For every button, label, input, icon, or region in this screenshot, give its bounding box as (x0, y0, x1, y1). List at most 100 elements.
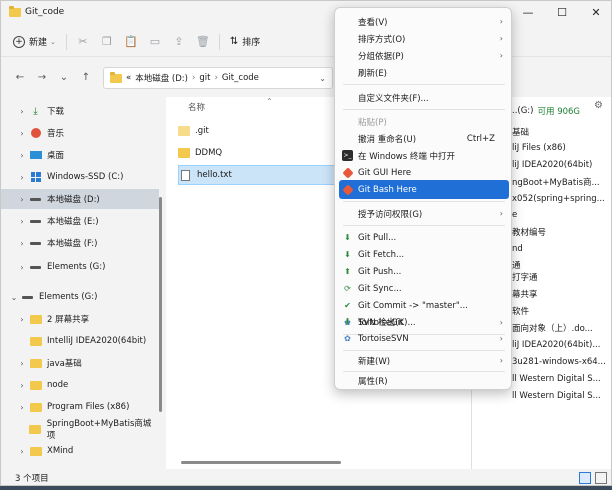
nav-item-label: Windows-SSD (C:) (47, 172, 124, 182)
nav-item-label: SpringBoot+MyBatis商城项 (46, 419, 152, 441)
plus-circle-icon: + (13, 35, 25, 48)
menu-item-tortoisesvn[interactable]: ✿ TortoiseSVN › (339, 329, 509, 348)
nav-item-folder[interactable]: › Program Files (x86) (1, 397, 159, 417)
menu-separator (343, 109, 505, 110)
git-bash-icon (342, 183, 354, 196)
copy-icon[interactable]: ❐ (95, 31, 119, 53)
breadcrumb-overflow[interactable]: « (126, 73, 131, 83)
nav-item-drive-g[interactable]: › Elements (G:) (1, 257, 159, 277)
menu-item-customize-folder[interactable]: 自定义文件夹(F)... (339, 88, 509, 107)
menu-item-new[interactable]: 新建(W) › (339, 351, 509, 370)
nav-item-folder[interactable]: › java基础 (1, 353, 159, 373)
sort-button[interactable]: ⇅ 排序 (224, 31, 266, 53)
menu-separator (343, 201, 505, 202)
menu-item-properties[interactable]: 属性(R) (339, 371, 509, 390)
menu-item-git-bash[interactable]: Git Bash Here (339, 180, 509, 199)
git-gui-icon (342, 166, 354, 179)
navigation-pane: › ⤓ 下载 › 音乐 › 桌面 › Windows-SSD (C:) › 本地… (1, 97, 162, 469)
nav-item-folder[interactable]: › node (1, 375, 159, 395)
window-title: Git_code (25, 7, 65, 17)
nav-item-drive-c[interactable]: › Windows-SSD (C:) (1, 167, 159, 187)
large-icons-view-icon[interactable] (595, 472, 607, 484)
drive-icon (29, 262, 42, 272)
maximize-button[interactable]: ☐ (545, 1, 579, 23)
menu-item-label: 自定义文件夹(F)... (358, 93, 429, 104)
chevron-right-icon[interactable]: › (15, 263, 29, 272)
folder-icon (29, 380, 42, 390)
menu-item-label: TortoiseSVN (358, 333, 409, 344)
menu-item-refresh[interactable]: 刷新(E) (339, 63, 509, 82)
cut-icon[interactable]: ✂ (71, 31, 95, 53)
file-name: DDMQ (195, 148, 223, 158)
chevron-right-icon[interactable]: › (15, 447, 29, 456)
breadcrumb-git[interactable]: git (199, 73, 210, 83)
forward-button[interactable]: → (31, 66, 53, 88)
chevron-down-icon[interactable]: ⌄ (7, 293, 21, 302)
chevron-right-icon[interactable]: › (15, 129, 29, 138)
sort-ascending-icon: ⌃ (266, 97, 273, 106)
chevron-right-icon[interactable]: › (15, 359, 29, 368)
nav-item-folder[interactable]: SpringBoot+MyBatis商城项 (1, 419, 159, 441)
nav-item-label: 本地磁盘 (E:) (47, 217, 99, 227)
close-button[interactable]: ✕ (579, 1, 611, 23)
nav-item-label: IntelliJ IDEA2020(64bit) (47, 336, 147, 346)
nav-item-drive-e[interactable]: › 本地磁盘 (E:) (1, 211, 159, 231)
terminal-icon: >_ (342, 150, 353, 161)
menu-item-label: 粘贴(P) (358, 117, 387, 128)
folder-icon (29, 424, 42, 434)
git-sync-icon: ⟳ (344, 284, 351, 293)
gear-icon[interactable]: ⚙ (594, 100, 603, 111)
chevron-right-icon[interactable]: › (15, 315, 29, 324)
new-button[interactable]: + 新建 ⌄ (7, 31, 62, 53)
menu-item-label: Git Bash Here (358, 184, 417, 195)
chevron-right-icon[interactable]: › (15, 173, 29, 182)
chevron-right-icon[interactable]: › (15, 403, 29, 412)
chevron-right-icon[interactable]: › (15, 151, 29, 160)
chevron-right-icon[interactable]: › (15, 381, 29, 390)
up-button[interactable]: ↑ (75, 66, 97, 88)
paste-icon[interactable]: 📋 (119, 31, 143, 53)
minimize-button[interactable]: — (511, 1, 545, 23)
delete-icon[interactable]: 🗑 (191, 31, 215, 53)
details-view-icon[interactable] (579, 472, 591, 484)
nav-item-drive-d[interactable]: › 本地磁盘 (D:) (1, 189, 159, 209)
menu-item-label: 授予访问权限(G) (358, 209, 423, 220)
rename-icon[interactable]: ▭ (143, 31, 167, 53)
nav-item-music[interactable]: › 音乐 (1, 123, 159, 143)
horizontal-scrollbar[interactable] (181, 461, 341, 464)
column-header-name[interactable]: 名称 (188, 101, 205, 113)
nav-item-folder[interactable]: › XMind (1, 441, 159, 461)
breadcrumb-git-code[interactable]: Git_code (222, 73, 259, 83)
command-bar: + 新建 ⌄ ✂ ❐ 📋 ▭ ⇪ 🗑 ⇅ 排序 (1, 27, 611, 57)
status-bar: 3 个项目 (1, 469, 611, 485)
back-button[interactable]: ← (9, 66, 31, 88)
chevron-right-icon[interactable]: › (15, 239, 29, 248)
nav-item-drive-f[interactable]: › 本地磁盘 (F:) (1, 233, 159, 253)
address-dropdown-icon[interactable]: ⌄ (319, 74, 326, 83)
nav-item-label: 下载 (47, 107, 65, 117)
address-bar[interactable]: « 本地磁盘 (D:) › git › Git_code ⌄ (103, 67, 333, 89)
nav-item-folder[interactable]: › 2 屏幕共享 (1, 309, 159, 329)
folder-icon (29, 446, 42, 456)
menu-item-label: 属性(R) (358, 376, 388, 387)
recent-locations-button[interactable]: ⌄ (53, 66, 75, 88)
breadcrumb-drive[interactable]: 本地磁盘 (D:) (135, 72, 188, 84)
chevron-right-icon[interactable]: › (15, 107, 29, 116)
menu-item-label: 撤消 重命名(U) (358, 134, 417, 145)
share-icon[interactable]: ⇪ (167, 31, 191, 53)
nav-scrollbar[interactable] (159, 197, 162, 412)
folder-icon (178, 126, 190, 136)
nav-item-folder[interactable]: IntelliJ IDEA2020(64bit) (1, 331, 159, 351)
nav-item-downloads[interactable]: › ⤓ 下载 (1, 101, 159, 121)
nav-item-label: 桌面 (47, 151, 65, 161)
nav-item-drive-g-expanded[interactable]: ⌄ Elements (G:) (1, 287, 159, 307)
folder-icon (9, 5, 21, 17)
chevron-right-icon[interactable]: › (15, 195, 29, 204)
chevron-right-icon[interactable]: › (15, 217, 29, 226)
chevron-right-icon: › (499, 209, 503, 218)
nav-item-label: 本地磁盘 (F:) (47, 239, 98, 249)
music-icon (29, 128, 42, 138)
nav-item-desktop[interactable]: › 桌面 (1, 145, 159, 165)
folder-icon (110, 71, 122, 83)
menu-item-grant-access[interactable]: 授予访问权限(G) › (339, 204, 509, 223)
